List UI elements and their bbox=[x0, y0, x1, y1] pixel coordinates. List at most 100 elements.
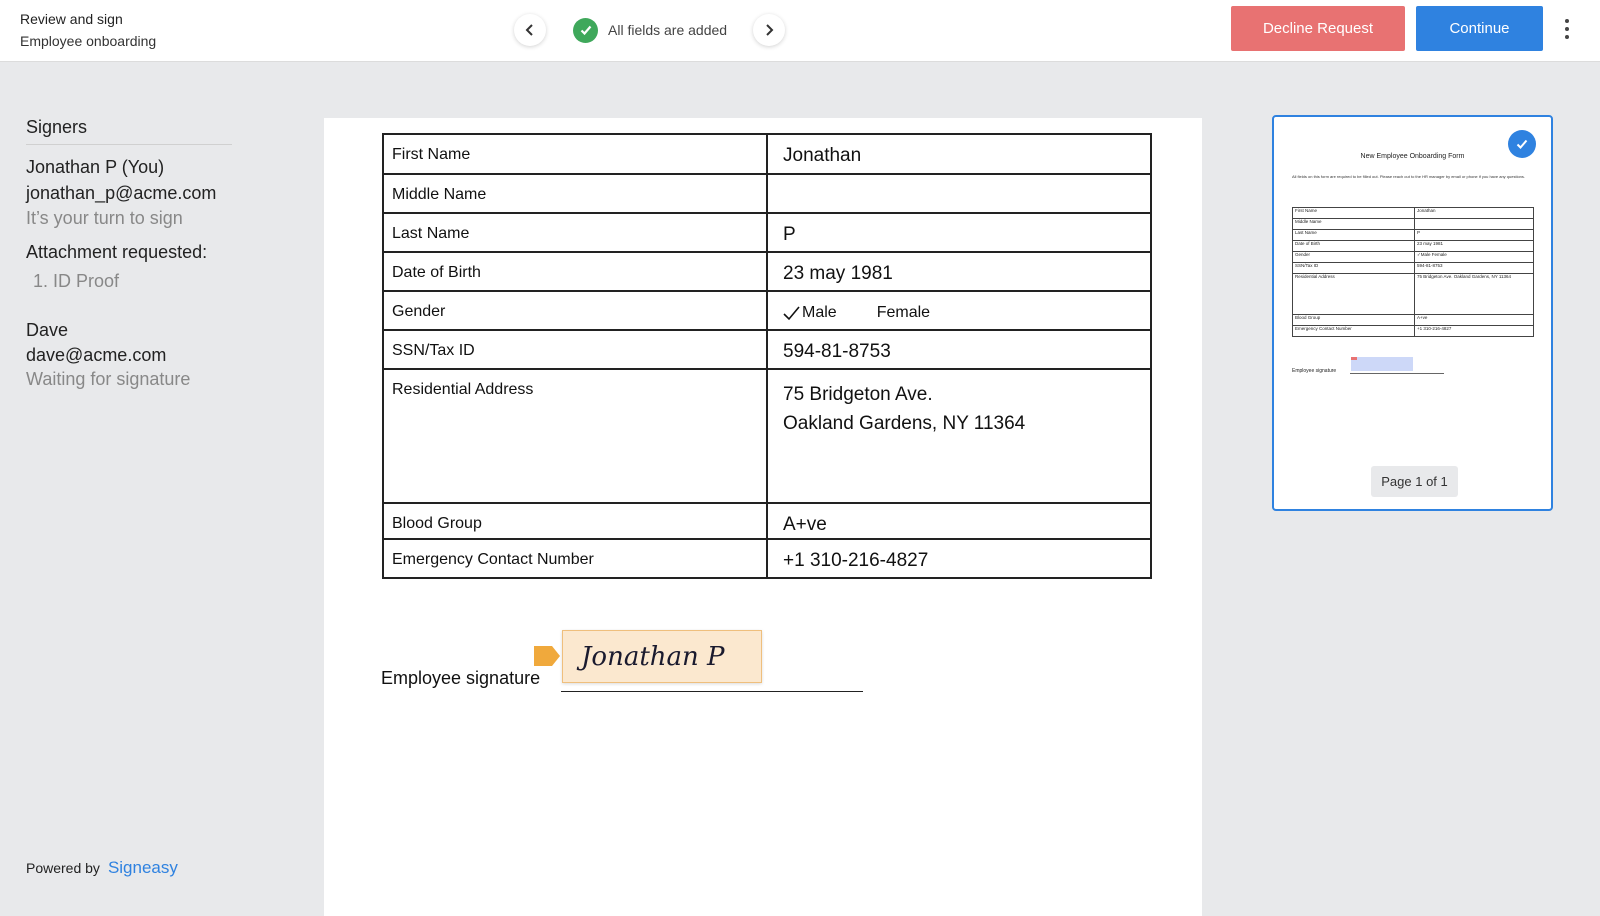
thumbnail-table: First Name Jonathan Middle Name Last Name… bbox=[1292, 207, 1534, 337]
chevron-left-icon bbox=[525, 24, 533, 36]
field-label: Emergency Contact Number bbox=[382, 538, 768, 579]
table-row: Date of Birth 23 may 1981 bbox=[382, 251, 1152, 292]
field-value: Jonathan bbox=[766, 133, 1152, 175]
thumb-signature-label: Employee signature bbox=[1292, 368, 1337, 374]
brand-link[interactable]: Signeasy bbox=[108, 858, 178, 878]
field-label: Last Name bbox=[382, 212, 768, 253]
signature-tag-icon bbox=[534, 646, 560, 666]
field-value: 23 may 1981 bbox=[766, 251, 1152, 292]
field-value: 75 Bridgeton Ave. Oakland Gardens, NY 11… bbox=[766, 368, 1152, 504]
option-label: Male bbox=[802, 304, 837, 321]
field-value: +1 310-216-4827 bbox=[766, 538, 1152, 579]
field-label: Middle Name bbox=[382, 173, 768, 214]
thumb-label: Gender bbox=[1292, 251, 1415, 263]
thumb-value: P bbox=[1414, 229, 1534, 241]
thumbnail-title: New Employee Onboarding Form bbox=[1360, 153, 1465, 160]
thumb-signature-tag bbox=[1351, 357, 1357, 360]
thumb-value: A+ve bbox=[1414, 314, 1534, 326]
check-circle-icon bbox=[573, 17, 598, 43]
field-label: Gender bbox=[382, 290, 768, 331]
thumb-signature-field bbox=[1351, 357, 1413, 371]
thumb-label: First Name bbox=[1292, 207, 1415, 219]
table-row: Residential Address 75 Bridgeton Ave. Oa… bbox=[382, 368, 1152, 504]
page-title: Review and sign bbox=[20, 11, 123, 27]
table-row: Gender ✓Male Female bbox=[1292, 251, 1534, 263]
page-thumbnail[interactable]: New Employee Onboarding Form All fields … bbox=[1272, 115, 1553, 511]
signer-status: Waiting for signature bbox=[26, 369, 191, 389]
field-value: 594-81-8753 bbox=[766, 329, 1152, 370]
table-row: Middle Name bbox=[382, 173, 1152, 214]
field-value bbox=[766, 173, 1152, 214]
table-row: Date of Birth 23 may 1981 bbox=[1292, 240, 1534, 252]
table-row: Blood Group A+ve bbox=[1292, 314, 1534, 326]
table-row: Emergency Contact Number +1 310-216-4827 bbox=[382, 538, 1152, 579]
signer-status: It’s your turn to sign bbox=[26, 208, 183, 228]
signature-image: Jonathan P bbox=[576, 642, 725, 672]
page-indicator: Page 1 of 1 bbox=[1371, 466, 1458, 497]
form-table: First Name Jonathan Middle Name Last Nam… bbox=[382, 133, 1152, 579]
signature-field[interactable]: Jonathan P bbox=[562, 630, 762, 683]
thumb-label: Last Name bbox=[1292, 229, 1415, 241]
table-row: Emergency Contact Number +1 310-216-4827 bbox=[1292, 325, 1534, 337]
thumb-value bbox=[1414, 218, 1534, 230]
check-icon bbox=[783, 305, 800, 320]
thumb-label: Residential Address bbox=[1292, 273, 1415, 315]
table-row: SSN/Tax ID 594-81-8753 bbox=[1292, 262, 1534, 274]
thumb-value: 594-81-8753 bbox=[1414, 262, 1534, 274]
table-row: Last Name P bbox=[382, 212, 1152, 253]
top-bar: Review and sign Employee onboarding All … bbox=[0, 0, 1600, 62]
document-page: First Name Jonathan Middle Name Last Nam… bbox=[324, 118, 1202, 916]
gender-option-male: Male bbox=[783, 304, 837, 322]
thumb-label: Middle Name bbox=[1292, 218, 1415, 230]
table-row: First Name Jonathan bbox=[1292, 207, 1534, 219]
thumb-label: Date of Birth bbox=[1292, 240, 1415, 252]
document-name: Employee onboarding bbox=[20, 33, 157, 49]
gender-field: Male Female bbox=[766, 290, 1152, 331]
signature-text: Jonathan P bbox=[576, 642, 725, 672]
decline-request-button[interactable]: Decline Request bbox=[1231, 6, 1405, 51]
powered-by-label: Powered by bbox=[26, 860, 100, 876]
table-row: Residential Address 75 Bridgeton Ave. Oak… bbox=[1292, 273, 1534, 315]
field-value: A+ve bbox=[766, 502, 1152, 540]
attachment-heading: Attachment requested: bbox=[26, 242, 208, 262]
thumb-label: Emergency Contact Number bbox=[1292, 325, 1415, 337]
field-label: Date of Birth bbox=[382, 251, 768, 292]
field-value: P bbox=[766, 212, 1152, 253]
signers-panel: Signers Jonathan P (You) jonathan_p@acme… bbox=[0, 62, 324, 916]
signer-name: Dave bbox=[26, 320, 69, 340]
thumb-value: ✓Male Female bbox=[1414, 251, 1534, 263]
table-row: Blood Group A+ve bbox=[382, 502, 1152, 540]
field-label: Residential Address bbox=[382, 368, 768, 504]
signature-label: Employee signature bbox=[381, 668, 541, 688]
attachment-item[interactable]: 1. ID Proof bbox=[33, 271, 119, 292]
address-line: Oakland Gardens, NY 11364 bbox=[783, 413, 1026, 434]
next-field-button[interactable] bbox=[753, 14, 785, 46]
more-vertical-icon[interactable] bbox=[1562, 19, 1572, 39]
signers-heading: Signers bbox=[26, 117, 88, 137]
thumb-value: +1 310-216-4827 bbox=[1414, 325, 1534, 337]
status-text: All fields are added bbox=[608, 22, 728, 38]
field-label: SSN/Tax ID bbox=[382, 329, 768, 370]
signer-email: dave@acme.com bbox=[26, 345, 167, 365]
fields-status: All fields are added bbox=[573, 17, 727, 43]
table-row: Middle Name bbox=[1292, 218, 1534, 230]
table-row: Last Name P bbox=[1292, 229, 1534, 241]
continue-button[interactable]: Continue bbox=[1416, 6, 1543, 51]
signature-line bbox=[561, 691, 863, 692]
field-label: Blood Group bbox=[382, 502, 768, 540]
previous-field-button[interactable] bbox=[514, 14, 546, 46]
chevron-right-icon bbox=[766, 24, 774, 36]
powered-by: Powered by Signeasy bbox=[26, 858, 178, 878]
thumb-label: Blood Group bbox=[1292, 314, 1415, 326]
gender-option-female: Female bbox=[877, 304, 930, 322]
thumb-value: 23 may 1981 bbox=[1414, 240, 1534, 252]
option-label: Female bbox=[876, 304, 931, 321]
thumb-signature-line bbox=[1350, 373, 1444, 374]
thumbnail-description: All fields on this form are required to … bbox=[1292, 174, 1526, 179]
thumb-label: SSN/Tax ID bbox=[1292, 262, 1415, 274]
signer-email: jonathan_p@acme.com bbox=[26, 183, 217, 203]
divider bbox=[26, 144, 232, 145]
table-row: First Name Jonathan bbox=[382, 133, 1152, 175]
table-row: Gender Male Female bbox=[382, 290, 1152, 331]
thumb-value: Jonathan bbox=[1414, 207, 1534, 219]
